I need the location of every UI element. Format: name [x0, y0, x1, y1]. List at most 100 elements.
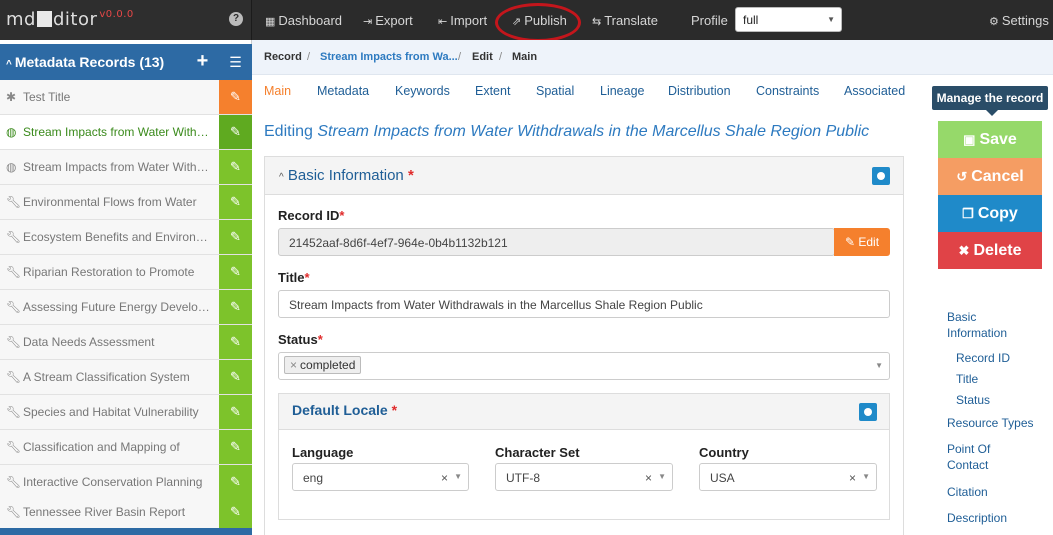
edit-pencil-icon[interactable]: ✎ — [219, 255, 252, 289]
remove-tag-icon[interactable]: × — [290, 358, 297, 372]
brand-area: md ditor v0.0.0 ? — [0, 0, 252, 40]
undo-icon: ↺ — [956, 169, 968, 184]
sidebar-footer-bar — [0, 528, 252, 535]
wrench-icon: 🔧︎ — [6, 405, 22, 419]
nav-translate[interactable]: ⇆ Translate — [592, 13, 658, 28]
rnav-description[interactable]: Description — [947, 511, 1007, 525]
sidebar-record-item[interactable]: 🔧︎ Classification and Mapping of ✎ — [0, 430, 252, 465]
status-tag[interactable]: × completed — [284, 356, 362, 374]
nav-import[interactable]: ⇤ Import — [438, 13, 487, 28]
wrench-icon: 🔧︎ — [6, 475, 22, 489]
tab-extent[interactable]: Extent — [475, 84, 510, 98]
rnav-record-id[interactable]: Record ID — [956, 351, 1010, 365]
breadcrumb: Record / Stream Impacts from Wa... / Edi… — [252, 40, 1053, 75]
nav-dashboard[interactable]: ▦ Dashboard — [265, 13, 342, 28]
toggle-circle-icon[interactable] — [859, 403, 877, 421]
globe-icon: ◍ — [6, 125, 17, 139]
page-title: Editing Stream Impacts from Water Withdr… — [264, 123, 870, 140]
sidebar-record-item[interactable]: ✱ Test Title ✎ — [0, 80, 252, 115]
sidebar-record-item[interactable]: 🔧︎ Riparian Restoration to Promote ✎ — [0, 255, 252, 290]
sidebar-record-item[interactable]: 🔧︎ Tennessee River Basin Report ✎ — [0, 495, 252, 530]
edit-pencil-icon[interactable]: ✎ — [219, 290, 252, 324]
cancel-button[interactable]: ↺ Cancel — [938, 158, 1042, 195]
edit-pencil-icon[interactable]: ✎ — [219, 220, 252, 254]
logo-box-icon — [36, 11, 52, 27]
puzzle-icon: ✱ — [6, 90, 17, 104]
edit-pencil-icon[interactable]: ✎ — [219, 150, 252, 184]
required-marker: * — [407, 167, 414, 184]
save-button[interactable]: ▣ Save — [938, 121, 1042, 158]
sidebar-record-item[interactable]: 🔧︎ A Stream Classification System ✎ — [0, 360, 252, 395]
list-icon[interactable]: ☰ — [219, 44, 252, 80]
edit-record-id-button[interactable]: ✎ Edit — [834, 228, 890, 256]
sidebar-record-item[interactable]: 🔧︎ Data Needs Assessment ✎ — [0, 325, 252, 360]
sidebar-record-item[interactable]: 🔧︎ Ecosystem Benefits and Environmental … — [0, 220, 252, 255]
clear-icon[interactable]: × — [441, 471, 448, 485]
edit-pencil-icon[interactable]: ✎ — [219, 430, 252, 464]
charset-select[interactable]: UTF-8 × ▼ — [495, 463, 673, 491]
rnav-resource-types[interactable]: Resource Types — [947, 416, 1034, 430]
rnav-title[interactable]: Title — [956, 372, 978, 386]
edit-pencil-icon[interactable]: ✎ — [219, 80, 252, 114]
sidebar-record-item[interactable]: ◍ Stream Impacts from Water Withdrawals … — [0, 150, 252, 185]
rnav-point-of-contact[interactable]: Point Of — [947, 442, 990, 456]
edit-pencil-icon[interactable]: ✎ — [219, 395, 252, 429]
add-record-button[interactable]: + — [186, 44, 219, 80]
nav-export[interactable]: ⇥ Export — [363, 13, 413, 28]
delete-button[interactable]: ✖ Delete — [938, 232, 1042, 269]
floppy-disk-icon: ▣ — [963, 132, 976, 147]
sidebar-record-item[interactable]: 🔧︎ Species and Habitat Vulnerability ✎ — [0, 395, 252, 430]
sidebar-record-item[interactable]: ◍ Stream Impacts from Water Withdrawals … — [0, 115, 252, 150]
edit-pencil-icon[interactable]: ✎ — [219, 360, 252, 394]
export-icon: ⇥ — [363, 16, 373, 28]
sidebar-record-item[interactable]: 🔧︎ Assessing Future Energy Development ✎ — [0, 290, 252, 325]
app-logo[interactable]: md ditor v0.0.0 — [6, 9, 134, 30]
edit-pencil-icon[interactable]: ✎ — [219, 495, 252, 529]
tab-metadata[interactable]: Metadata — [317, 84, 369, 98]
chevron-down-icon: ▼ — [454, 472, 462, 481]
sidebar-record-item[interactable]: 🔧︎ Environmental Flows from Water ✎ — [0, 185, 252, 220]
edit-pencil-icon[interactable]: ✎ — [219, 325, 252, 359]
tab-lineage[interactable]: Lineage — [600, 84, 645, 98]
tab-constraints[interactable]: Constraints — [756, 84, 819, 98]
copy-button[interactable]: ❐ Copy — [938, 195, 1042, 232]
translate-icon: ⇆ — [592, 16, 602, 28]
title-input[interactable]: Stream Impacts from Water Withdrawals in… — [278, 290, 890, 318]
tab-main[interactable]: Main — [264, 84, 291, 98]
rnav-basic-information[interactable]: Basic — [947, 310, 976, 324]
basic-information-header[interactable]: ^ Basic Information * — [265, 157, 903, 195]
chevron-up-icon: ^ — [279, 172, 284, 183]
country-label: Country — [699, 445, 749, 460]
language-select[interactable]: eng × ▼ — [292, 463, 469, 491]
profile-select[interactable]: full ▼ — [735, 7, 842, 32]
clear-icon[interactable]: × — [849, 471, 856, 485]
rnav-basic-information-2[interactable]: Information — [947, 326, 1007, 340]
nav-settings[interactable]: ⚙ Settings — [989, 13, 1049, 28]
rnav-status[interactable]: Status — [956, 393, 990, 407]
tab-spatial[interactable]: Spatial — [536, 84, 574, 98]
wrench-icon: 🔧︎ — [6, 335, 22, 349]
status-select[interactable]: × completed ▼ — [278, 352, 890, 380]
rnav-point-of-contact-2[interactable]: Contact — [947, 458, 988, 472]
edit-pencil-icon[interactable]: ✎ — [219, 185, 252, 219]
toggle-circle-icon[interactable] — [872, 167, 890, 185]
import-icon: ⇤ — [438, 16, 448, 28]
tab-keywords[interactable]: Keywords — [395, 84, 450, 98]
country-select[interactable]: USA × ▼ — [699, 463, 877, 491]
tab-associated[interactable]: Associated — [844, 84, 905, 98]
breadcrumb-record[interactable]: Record — [264, 51, 302, 63]
clear-icon[interactable]: × — [645, 471, 652, 485]
tab-distribution[interactable]: Distribution — [668, 84, 731, 98]
sidebar-title[interactable]: ^ Metadata Records (13) — [6, 54, 164, 70]
breadcrumb-separator: / — [499, 51, 503, 63]
rnav-citation[interactable]: Citation — [947, 485, 988, 499]
edit-pencil-icon[interactable]: ✎ — [219, 115, 252, 149]
breadcrumb-record-title[interactable]: Stream Impacts from Wa... — [320, 51, 458, 63]
default-locale-header[interactable]: Default Locale * — [279, 394, 889, 430]
breadcrumb-edit[interactable]: Edit — [472, 51, 493, 63]
record-id-field: 21452aaf-8d6f-4ef7-964e-0b4b1132b121 — [278, 228, 835, 256]
wrench-icon: 🔧︎ — [6, 230, 22, 244]
chevron-down-icon: ▼ — [875, 361, 883, 370]
edit-pencil-icon[interactable]: ✎ — [219, 465, 252, 499]
question-circle-icon[interactable]: ? — [229, 12, 243, 26]
